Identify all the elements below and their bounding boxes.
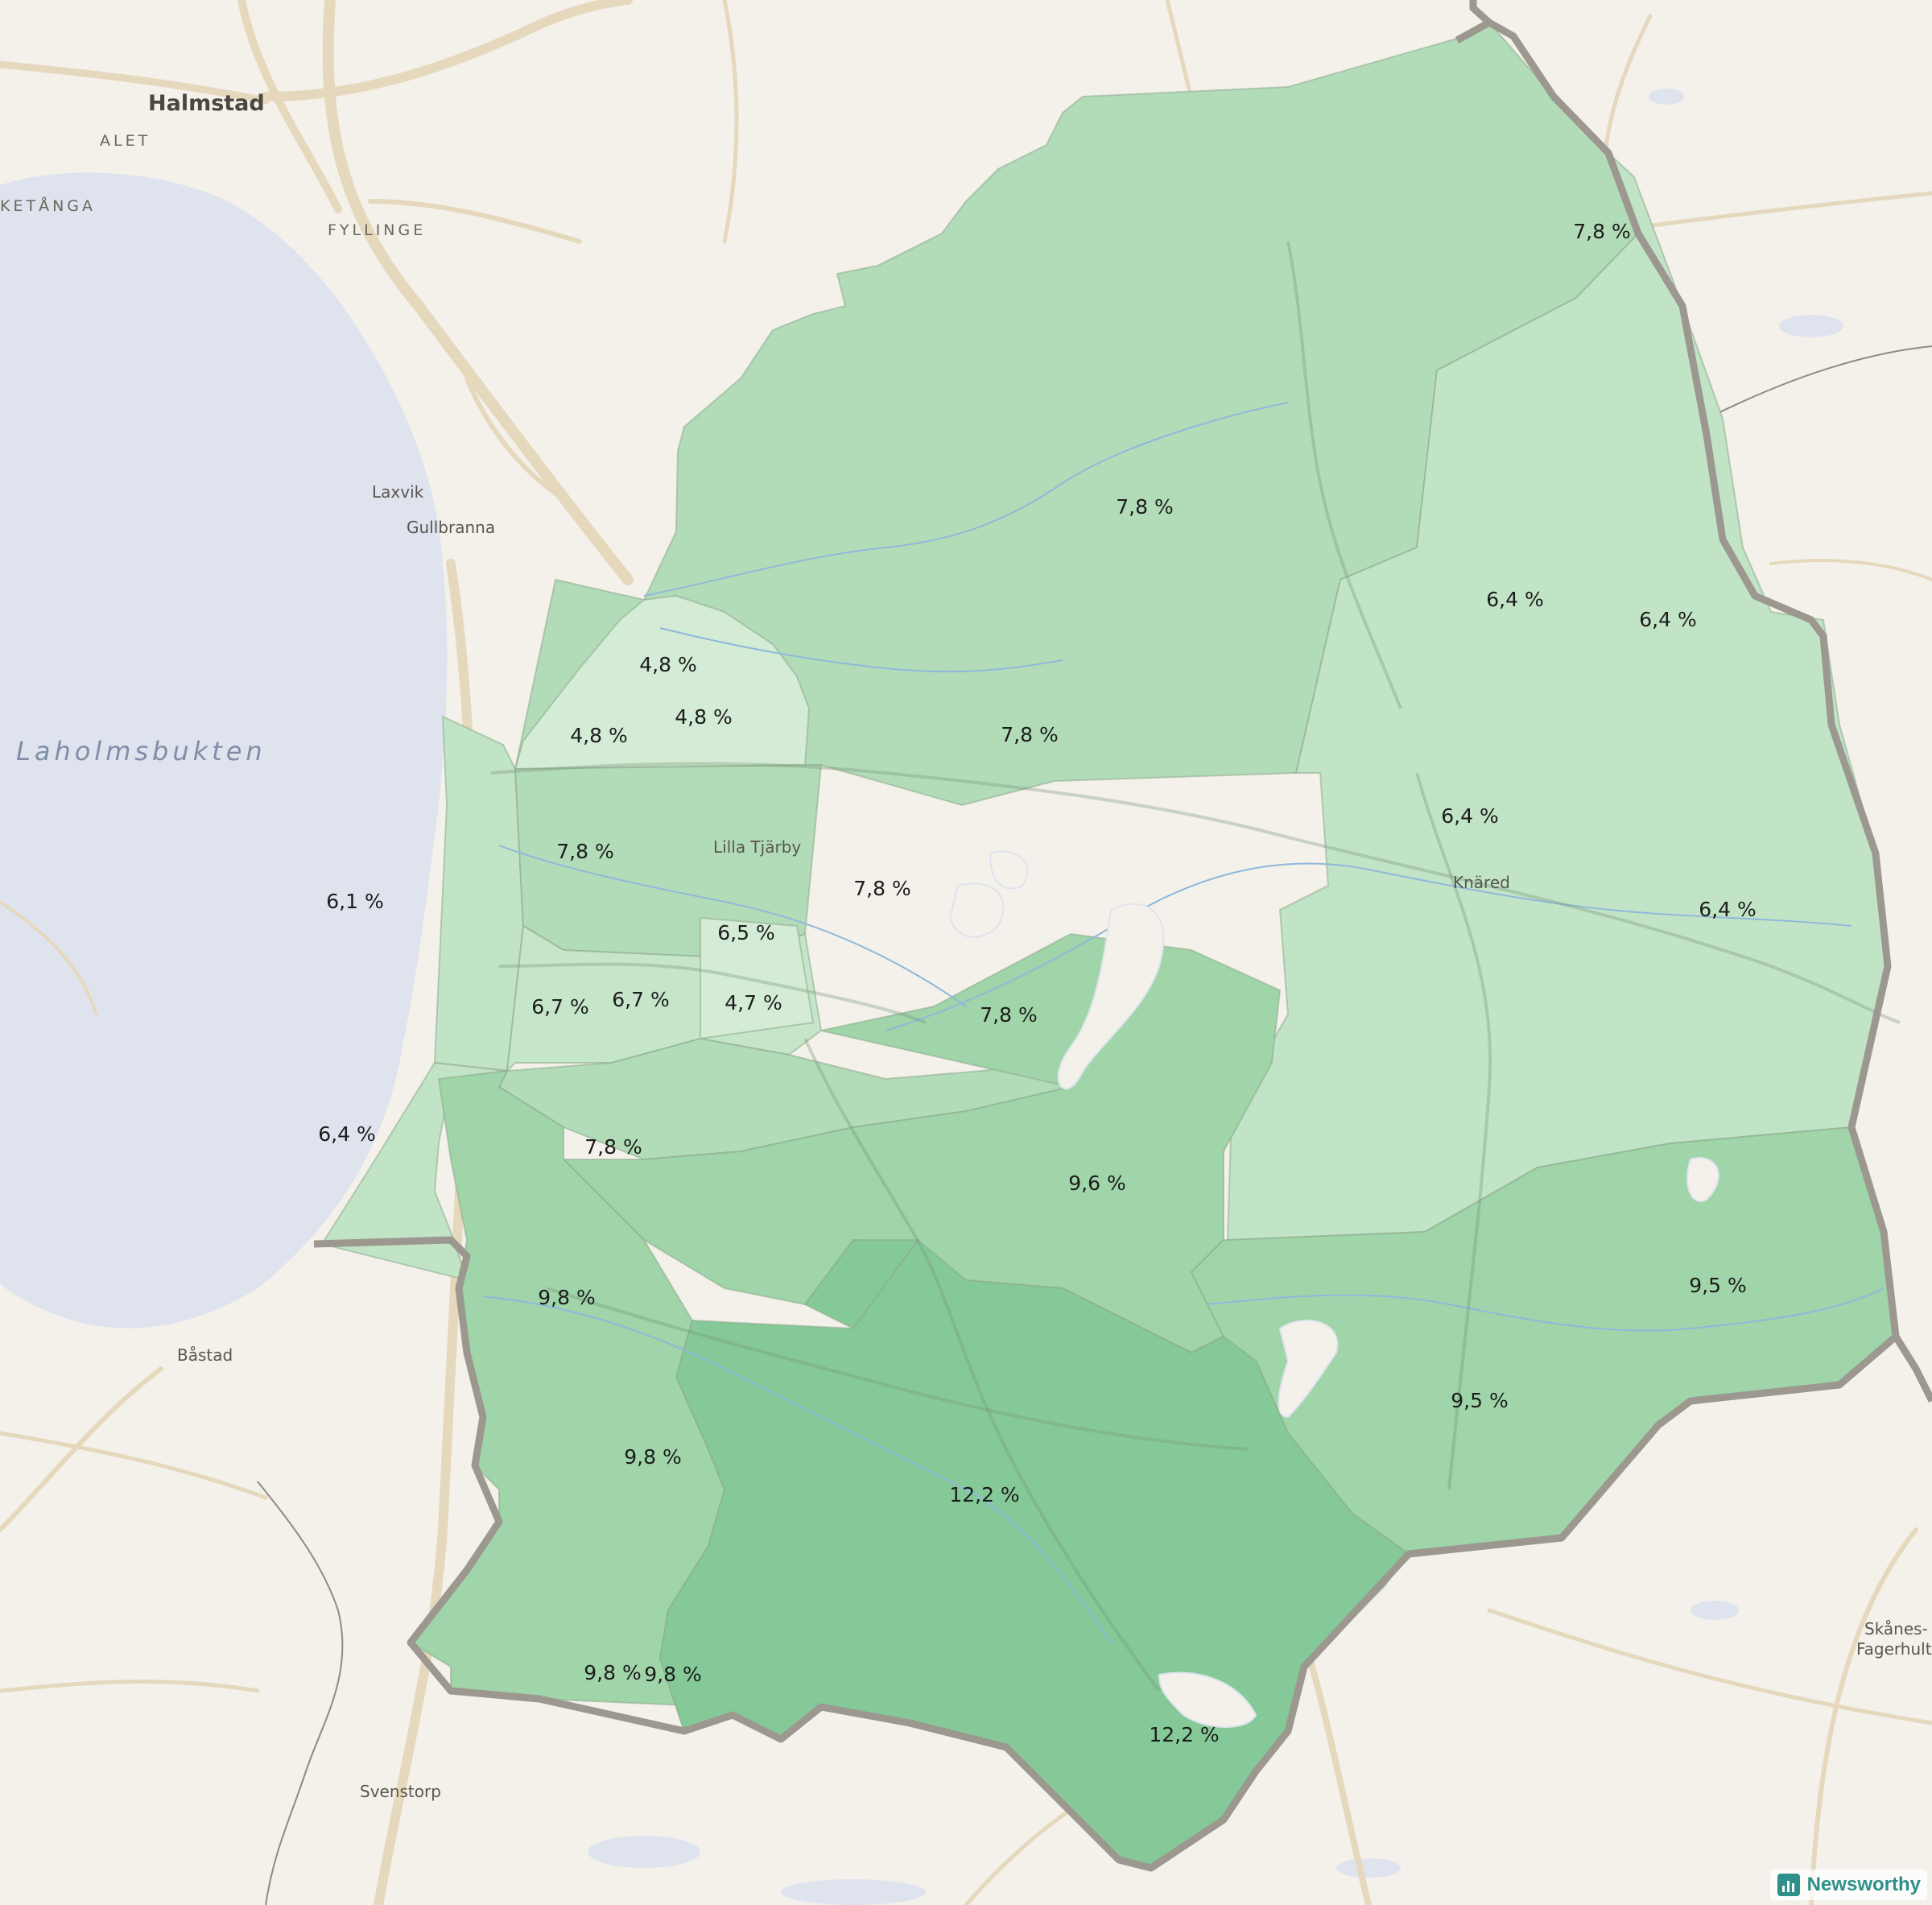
bar-chart-icon xyxy=(1777,1874,1800,1896)
value-label-town-b: 6,7 % xyxy=(531,995,588,1019)
value-label-southwest-a: 9,8 % xyxy=(538,1286,595,1309)
credit-badge[interactable]: Newsworthy xyxy=(1769,1870,1927,1900)
value-label-north: 7,8 % xyxy=(1573,220,1630,243)
value-label-center-b: 7,8 % xyxy=(980,1003,1037,1027)
value-label-coast-north: 6,1 % xyxy=(326,890,383,913)
value-label-southeast-a: 9,5 % xyxy=(1689,1274,1746,1297)
place-label-alet: ALET xyxy=(100,132,151,150)
value-label-east: 6,4 % xyxy=(1699,898,1756,921)
value-label-south-a: 12,2 % xyxy=(949,1483,1019,1506)
place-label-ketanga: KETÅNGA xyxy=(0,196,96,215)
value-label-southwest-c: 9,8 % xyxy=(584,1661,641,1684)
value-label-southwest-b: 9,8 % xyxy=(624,1445,681,1469)
value-label-center-south: 9,6 % xyxy=(1068,1172,1125,1195)
value-label-southwest-d: 9,8 % xyxy=(644,1663,701,1686)
place-label-knared: Knäred xyxy=(1453,873,1510,892)
place-label-laxvik: Laxvik xyxy=(372,482,424,502)
region-coast-north xyxy=(433,715,525,1072)
value-label-south-b: 12,2 % xyxy=(1149,1723,1219,1746)
value-label-southeast-b: 9,5 % xyxy=(1451,1389,1508,1412)
place-label-bastad: Båstad xyxy=(177,1345,233,1365)
credit-label: Newsworthy xyxy=(1806,1874,1921,1895)
value-label-north-top: 7,8 % xyxy=(1116,495,1173,519)
place-label-laholmsbukten: Laholmsbukten xyxy=(16,736,266,767)
value-label-west-a: 7,8 % xyxy=(556,840,613,863)
value-label-northeast-b: 6,4 % xyxy=(1639,608,1696,631)
value-label-center-north: 7,8 % xyxy=(1001,723,1058,746)
value-label-coast-south: 6,4 % xyxy=(318,1122,375,1146)
place-label-gullbranna: Gullbranna xyxy=(407,518,495,537)
value-label-nw-b: 4,8 % xyxy=(675,705,732,729)
place-label-skanes-1: Skånes- xyxy=(1864,1619,1928,1638)
value-label-nw-c: 4,8 % xyxy=(570,724,627,747)
choropleth-map: Halmstad ALET KETÅNGA FYLLINGE Laxvik Gu… xyxy=(0,0,1932,1905)
value-label-town-a: 6,5 % xyxy=(717,921,774,944)
place-label-lilla-tjarby: Lilla Tjärby xyxy=(713,837,801,857)
value-label-nw-a: 4,8 % xyxy=(639,653,696,676)
value-label-center-a: 7,8 % xyxy=(853,877,910,900)
value-label-town-c: 6,7 % xyxy=(612,988,669,1011)
place-label-fyllinge: FYLLINGE xyxy=(328,221,426,239)
value-label-east-knared: 6,4 % xyxy=(1441,804,1498,828)
value-label-west-b: 7,8 % xyxy=(584,1135,642,1159)
value-label-town-d: 4,7 % xyxy=(724,991,782,1014)
place-label-svenstorp: Svenstorp xyxy=(360,1782,441,1801)
place-label-halmstad: Halmstad xyxy=(148,91,265,116)
place-label-skanes-2: Fagerhult xyxy=(1856,1639,1932,1659)
value-label-northeast-a: 6,4 % xyxy=(1486,588,1543,611)
